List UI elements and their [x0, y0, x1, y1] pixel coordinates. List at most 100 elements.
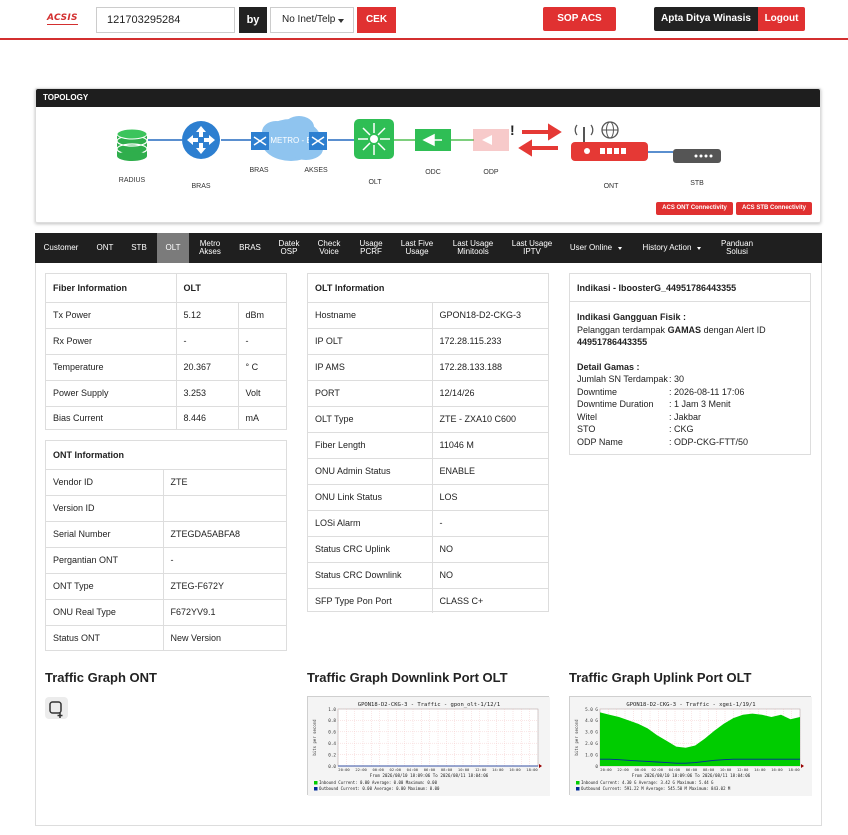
tab-user-online[interactable]: User Online: [565, 233, 627, 263]
detail-value: : 30: [669, 374, 685, 384]
cell-name: Pergantian ONT: [46, 546, 163, 573]
tab-bras[interactable]: BRAS: [233, 233, 267, 263]
detail-key: Witel: [577, 411, 597, 422]
table-row: Status ONT New Version: [46, 624, 286, 650]
x-tick-label: 08:00: [441, 767, 453, 772]
cell-name: SFP Type Pon Port: [308, 587, 432, 613]
table-row: Status CRC Uplink NO: [308, 535, 548, 562]
alert-mark: !: [510, 122, 515, 138]
cell-unit: dBm: [237, 301, 286, 328]
table-row: LOSi Alarm -: [308, 509, 548, 536]
cell-name: Status CRC Uplink: [308, 535, 432, 562]
tab-customer[interactable]: Customer: [38, 233, 84, 263]
detail-row: Downtime Duration: 1 Jam 3 Menit: [577, 398, 803, 411]
akses-switch-icon: [309, 132, 327, 150]
graph-chart-title: GPON18-D2-CKG-3 - Traffic - gpon_olt-1/1…: [358, 702, 500, 708]
y-tick-label: 0.8: [328, 718, 336, 724]
x-tick-label: 10:00: [458, 767, 470, 772]
tab-stb[interactable]: STB: [126, 233, 152, 263]
tab-bar: Customer ONT STB OLT Metro Akses BRAS Dat…: [35, 233, 822, 263]
cell-name: Bias Current: [46, 405, 176, 430]
tab-history-action[interactable]: History Action: [636, 233, 708, 263]
tab-last-usage-iptv[interactable]: Last Usage IPTV: [505, 233, 559, 263]
add-graph-button[interactable]: [45, 697, 68, 719]
search-type-select[interactable]: No Inet/Telp: [270, 7, 354, 33]
table-row: Power Supply 3.253 Volt: [46, 379, 286, 406]
tab-check-voice[interactable]: Check Voice: [312, 233, 346, 263]
logout-button[interactable]: Logout: [758, 7, 805, 31]
tab-label: OSP: [280, 247, 298, 256]
cell-name: Vendor ID: [46, 468, 163, 495]
cell-value: 172.28.115.233: [431, 327, 548, 354]
tab-olt[interactable]: OLT: [157, 233, 189, 263]
user-name-button[interactable]: Apta Ditya Winasis: [654, 7, 758, 31]
cell-value: ENABLE: [431, 457, 548, 484]
table-row: Serial Number ZTEGDA5ABFA8: [46, 520, 286, 547]
detail-value: : ODP-CKG-FTT/50: [669, 436, 749, 447]
tab-label: Solusi: [726, 247, 748, 256]
cell-unit: mA: [237, 405, 286, 430]
gangguan-text: Pelanggan terdampak GAMAS dengan Alert I…: [577, 324, 803, 337]
cell-name: Hostname: [308, 301, 432, 328]
cell-name: Temperature: [46, 353, 176, 380]
cell-unit: Volt: [237, 379, 286, 406]
node-label-akses: AKSES: [304, 167, 328, 174]
table-row: Tx Power 5.12 dBm: [46, 301, 286, 328]
detail-value: : CKG: [669, 424, 694, 434]
node-label-bras: BRAS: [191, 183, 211, 190]
traffic-graph-uplink-title: Traffic Graph Uplink Port OLT: [569, 670, 752, 685]
cell-value: 3.253: [175, 379, 238, 406]
tab-last-five-usage[interactable]: Last Five Usage: [394, 233, 440, 263]
cell-name: OLT Type: [308, 405, 432, 432]
search-input[interactable]: [96, 7, 235, 33]
cell-value: 5.12: [175, 301, 238, 328]
tab-panduan-solusi[interactable]: Panduan Solusi: [715, 233, 759, 263]
y-tick-label: 3.0 G: [585, 730, 598, 736]
traffic-graph-ont-title: Traffic Graph ONT: [45, 670, 157, 685]
cell-name: ONU Real Type: [46, 598, 163, 625]
x-tick-label: 06:00: [686, 767, 698, 772]
cell-name: IP AMS: [308, 353, 432, 380]
y-tick-label: 4.0 G: [585, 718, 598, 724]
globe-icon: [601, 121, 619, 139]
tab-usage-pcrf[interactable]: Usage PCRF: [353, 233, 389, 263]
table-row: IP AMS 172.28.133.188: [308, 353, 548, 380]
top-header: ACSIS by No Inet/Telp CEK SOP ACS Apta D…: [0, 0, 848, 40]
cell-value: -: [162, 546, 286, 573]
y-tick-label: 0: [595, 764, 598, 770]
acs-ont-connectivity-button[interactable]: ACS ONT Connectivity: [656, 202, 733, 215]
tab-datek-osp[interactable]: Datek OSP: [273, 233, 305, 263]
tab-ont[interactable]: ONT: [91, 233, 119, 263]
cell-value: -: [431, 509, 548, 536]
odc-icon: [415, 129, 451, 151]
table-row: Status CRC Downlink NO: [308, 561, 548, 588]
x-tick-label: 08:00: [703, 767, 715, 772]
cell-name: Fiber Length: [308, 431, 432, 458]
indikasi-title: Indikasi - IboosterG_44951786443355: [570, 274, 810, 302]
indikasi-panel: Indikasi - IboosterG_44951786443355 Indi…: [569, 273, 811, 455]
tab-metro-akses[interactable]: Metro Akses: [192, 233, 228, 263]
tab-last-usage-minitools[interactable]: Last Usage Minitools: [445, 233, 501, 263]
cell-name: LOSi Alarm: [308, 509, 432, 536]
tab-label: IPTV: [523, 247, 541, 256]
stb-icon: [673, 149, 721, 163]
olt-icon: [354, 119, 394, 159]
uplink-graph-chart: GPON18-D2-CKG-3 - Traffic - xgei-1/19/1 5…: [570, 697, 812, 796]
sop-acs-button[interactable]: SOP ACS: [543, 7, 616, 31]
cell-value: GPON18-D2-CKG-3: [431, 301, 548, 328]
cell-name: PORT: [308, 379, 432, 406]
cell-value: ZTEG-F672Y: [162, 572, 286, 599]
bras-switch-icon: [251, 132, 269, 150]
acsis-logo[interactable]: ACSIS: [47, 13, 78, 25]
x-tick-label: 04:00: [669, 767, 681, 772]
cell-name: Version ID: [46, 494, 163, 521]
tab-label: PCRF: [360, 247, 382, 256]
gangguan-text-c: dengan Alert ID: [701, 324, 766, 335]
acs-stb-connectivity-button[interactable]: ACS STB Connectivity: [736, 202, 812, 215]
cell-name: Status ONT: [46, 624, 163, 650]
cell-value: New Version: [162, 624, 286, 650]
cek-button[interactable]: CEK: [357, 7, 396, 33]
x-tick-label: 02:00: [652, 767, 664, 772]
inbound-legend-swatch: [314, 781, 318, 785]
detail-key: Downtime Duration: [577, 399, 654, 409]
